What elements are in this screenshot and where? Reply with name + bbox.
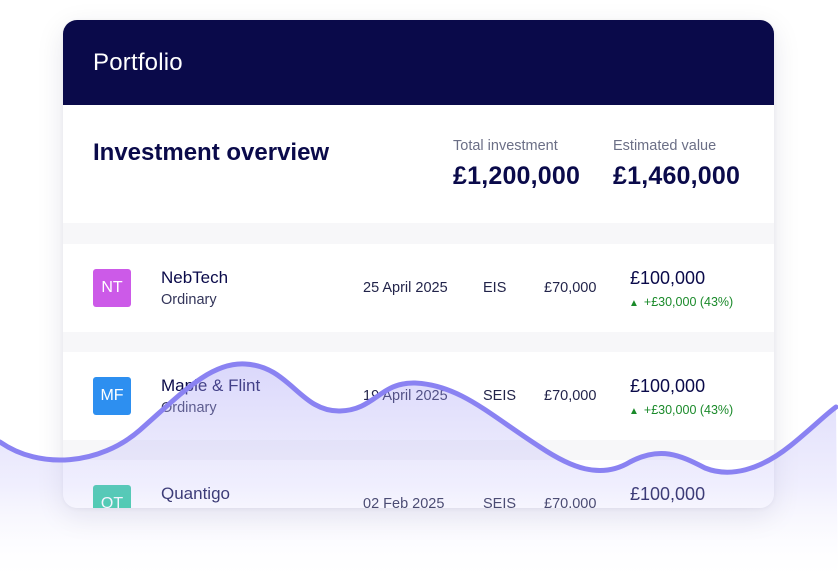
portfolio-card: Portfolio Investment overview Total inve… (63, 20, 774, 508)
investment-date: 02 Feb 2025 (363, 496, 445, 508)
share-class: Ordinary (161, 292, 217, 308)
arrow-up-icon: ▲ (629, 298, 639, 309)
estimated-value-label: Estimated value (613, 138, 717, 154)
estimated-value-stat: Estimated value £1,460,000 (613, 138, 740, 191)
overview-title: Investment overview (93, 139, 330, 166)
company-name: Maple & Flint (161, 376, 261, 395)
invested-amount: £70,000 (544, 280, 597, 296)
total-investment-label: Total investment (453, 138, 558, 154)
investment-scheme: EIS (483, 280, 507, 296)
invested-amount: £70,000 (544, 388, 597, 404)
current-value: £100,000 (630, 376, 706, 396)
company-name: NebTech (161, 268, 229, 287)
investment-scheme: SEIS (483, 496, 517, 508)
share-class: Ordinary (161, 400, 217, 416)
estimated-value-value: £1,460,000 (613, 162, 741, 190)
current-value: £100,000 (630, 268, 706, 288)
arrow-up-icon: ▲ (629, 406, 639, 417)
value-change: ▲ +£30,000 (43%) (629, 403, 733, 417)
value-change: ▲ +£30,000 (43%) (629, 295, 733, 309)
investment-date: 19 April 2025 (363, 388, 448, 404)
investment-overview: Investment overview Total investment £1,… (63, 105, 774, 223)
investment-scheme: SEIS (483, 388, 517, 404)
portfolio-title: Portfolio (93, 48, 183, 76)
investment-row[interactable]: NT NebTech Ordinary 25 April 2025 EIS £7… (63, 244, 774, 332)
total-investment-stat: Total investment £1,200,000 (453, 138, 580, 191)
investment-row[interactable]: QT Quantigo 02 Feb 2025 SEIS £70,000 £10… (63, 460, 774, 508)
portfolio-header: Portfolio (63, 20, 774, 105)
invested-amount: £70,000 (544, 496, 597, 508)
company-avatar: NT (93, 269, 131, 307)
total-investment-value: £1,200,000 (453, 162, 581, 190)
value-change-text: +£30,000 (43%) (643, 403, 734, 417)
current-value: £100,000 (630, 484, 706, 504)
company-avatar: QT (93, 485, 131, 508)
investment-date: 25 April 2025 (363, 280, 448, 296)
company-avatar: MF (93, 377, 131, 415)
company-name: Quantigo (161, 484, 230, 503)
value-change-text: +£30,000 (43%) (643, 295, 734, 309)
investment-row[interactable]: MF Maple & Flint Ordinary 19 April 2025 … (63, 352, 774, 440)
